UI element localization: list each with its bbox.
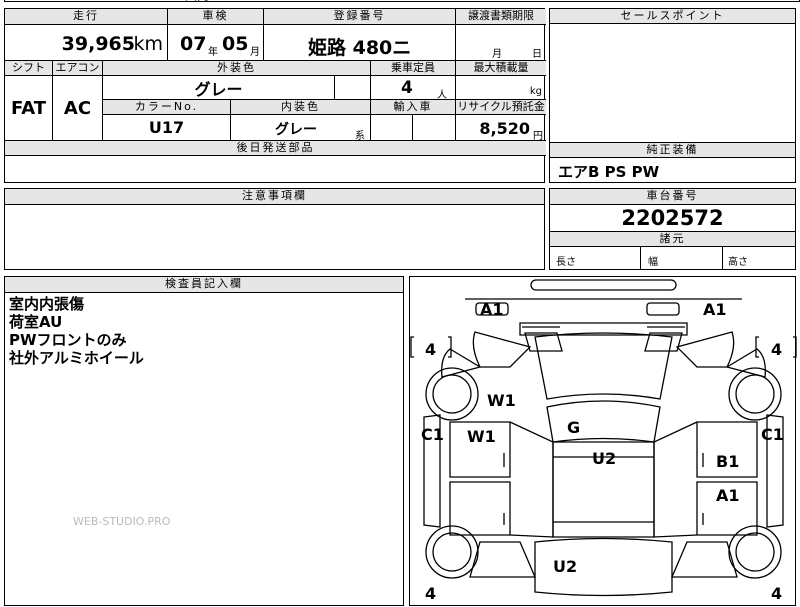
sales-point-box: セールスポイント (549, 8, 796, 143)
inspector-note: 荷室AU (9, 313, 63, 331)
exterior-color-header: 外装色 (103, 61, 371, 76)
color-no-text: U17 (148, 118, 185, 137)
exterior-color-text: グレー (194, 79, 243, 99)
aircon-value: AC (53, 76, 103, 141)
capacity-unit: 人 (437, 90, 447, 100)
label-right-rear-door: A1 (716, 486, 740, 505)
mileage-header: 走行 (5, 9, 168, 25)
chassis-box: 車台番号 2202572 諸元 長さ 幅 高さ (549, 188, 796, 270)
interior-color-cell: グレー 系 (231, 115, 371, 141)
label-front-left: A1 (480, 300, 504, 319)
capacity-header: 乗車定員 (371, 61, 456, 76)
chassis-header: 車台番号 (550, 189, 795, 205)
label-left-front-door: W1 (467, 427, 496, 446)
recycle-header: リサイクル預託金 (456, 100, 546, 115)
import-header: 輸入車 (371, 100, 456, 115)
inspector-box: 検査員記入欄 室内内張傷 荷室AU PWフロントのみ 社外アルミホイール WEB… (4, 276, 404, 606)
chassis-value: 2202572 (621, 206, 724, 230)
inspection-year: 07 (180, 33, 207, 55)
capacity-value: 4 (401, 78, 413, 98)
standard-equipment-value: エアB PS PW (558, 163, 660, 181)
interior-color-value: グレー (275, 122, 317, 138)
exterior-color-value: グレー (103, 76, 335, 100)
registration-header: 登録番号 (264, 9, 456, 25)
delivery-parts-header: 後日発送部品 (5, 141, 546, 156)
exterior-color-blank (335, 76, 371, 100)
max-load-unit: kg (529, 86, 542, 97)
standard-equipment-header: 純正装備 (550, 143, 795, 158)
notes-box: 注意事項欄 (4, 188, 545, 270)
width-label: 幅 (648, 257, 658, 268)
label-tire-rear-left: 4 (425, 584, 437, 603)
aircon-header: エアコン (53, 61, 103, 76)
label-roof: U2 (592, 449, 617, 468)
top-strip: 国内 (4, 0, 800, 2)
transfer-day: 日 (532, 49, 542, 60)
label-windshield: G (567, 418, 581, 437)
sales-point-header: セールスポイント (550, 9, 795, 24)
height-cell: 高さ (722, 247, 795, 269)
car-diagram-box: A1 A1 4 4 W1 G C1 C1 W1 U2 B1 A1 U2 4 4 (409, 276, 797, 606)
watermark: WEB-STUDIO.PRO (73, 515, 171, 528)
inspector-note: PWフロントのみ (9, 331, 127, 349)
shift-header: シフト (5, 61, 53, 76)
label-tire-front-right: 4 (771, 340, 783, 359)
inspection-month: 05 (222, 33, 249, 55)
transfer-header: 譲渡書類期限 (456, 9, 546, 25)
inspector-note: 社外アルミホイール (9, 349, 144, 367)
transfer-cell: 月 日 (456, 25, 546, 61)
notes-header: 注意事項欄 (5, 189, 544, 205)
recycle-cell: 8,520 円 (456, 115, 546, 141)
length-cell: 長さ (550, 247, 641, 269)
label-right-front-door: B1 (716, 452, 740, 471)
label-left-fender: C1 (421, 425, 444, 444)
interior-color-header: 内装色 (231, 100, 371, 115)
inspector-note: 室内内張傷 (9, 295, 85, 313)
mileage-unit: km (133, 33, 163, 55)
inspection-header: 車検 (168, 9, 264, 25)
capacity-cell: 4 人 (371, 76, 456, 100)
max-load-cell: kg (456, 76, 546, 100)
max-load-header: 最大積載量 (456, 61, 546, 76)
year-label: 年 (208, 47, 218, 58)
label-tire-rear-right: 4 (771, 584, 783, 603)
inspector-notes-list: 室内内張傷 荷室AU PWフロントのみ 社外アルミホイール (9, 295, 144, 367)
recycle-unit: 円 (533, 131, 543, 141)
inspector-header: 検査員記入欄 (5, 277, 403, 293)
label-right-fender: C1 (761, 425, 784, 444)
delivery-parts-body (5, 156, 546, 182)
color-no-value: U17 (103, 115, 231, 141)
label-front-right: A1 (703, 300, 727, 319)
transfer-month: 月 (492, 49, 502, 60)
shift-value: FAT (5, 76, 53, 141)
interior-suffix: 系 (355, 131, 365, 141)
standard-equipment-box: 純正装備 エアB PS PW (549, 142, 796, 183)
recycle-value: 8,520 (479, 119, 530, 138)
height-label: 高さ (728, 257, 748, 268)
dimensions-header: 諸元 (550, 231, 795, 247)
import-cell-a (371, 115, 413, 141)
inspection-cell: 07 年 05 月 (168, 25, 264, 61)
top-cut-text: 国内 (185, 0, 209, 3)
import-cell-b (413, 115, 456, 141)
length-label: 長さ (556, 257, 576, 268)
label-hood-left: W1 (487, 391, 516, 410)
month-label: 月 (250, 47, 260, 58)
width-cell: 幅 (640, 247, 723, 269)
mileage-value: 39,965 (61, 33, 135, 55)
label-rear: U2 (553, 557, 578, 576)
registration-cell: 姫路 480ニ2469 (264, 25, 456, 61)
color-no-header: カラーNo. (103, 100, 231, 115)
label-tire-front-left: 4 (425, 340, 437, 359)
vehicle-info-table: 走行 車検 登録番号 譲渡書類期限 39,965 km 07 年 05 月 姫路… (4, 8, 546, 183)
registration-value: 姫路 480ニ2469 (308, 37, 412, 59)
mileage-cell: 39,965 km (5, 25, 168, 61)
